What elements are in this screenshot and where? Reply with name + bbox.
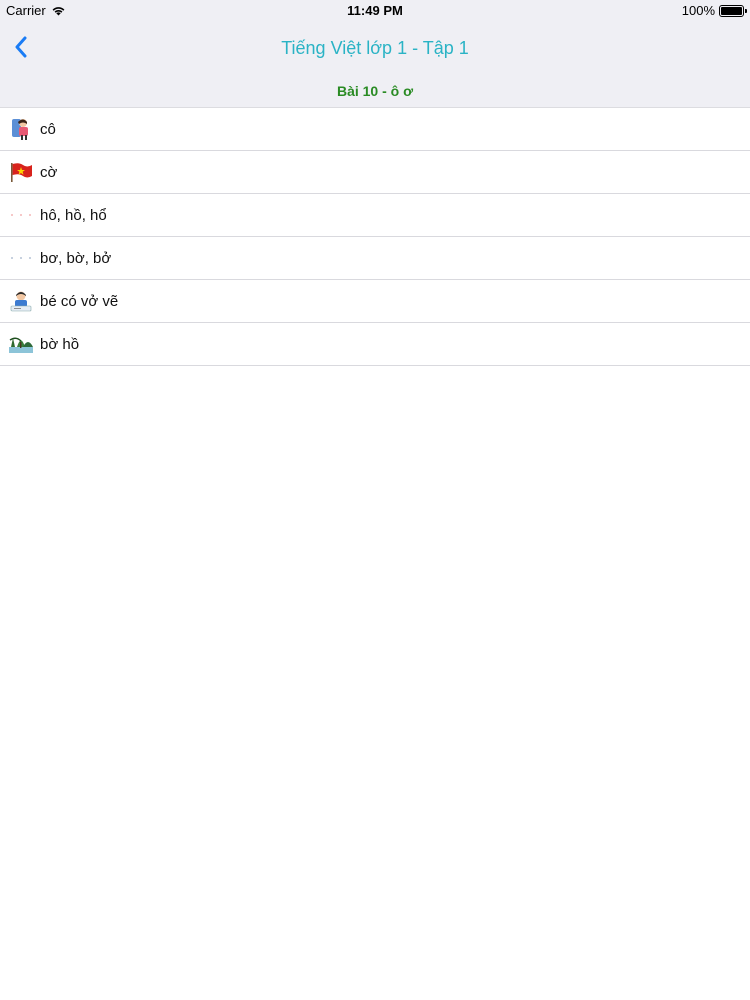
status-time: 11:49 PM — [347, 3, 403, 18]
status-right: 100% — [681, 3, 747, 18]
lake-shore-picture-icon — [8, 331, 34, 357]
back-button[interactable] — [6, 32, 36, 62]
item-label: bờ hồ — [40, 335, 80, 353]
list-item[interactable]: cô — [0, 108, 750, 151]
list-item[interactable]: hô, hồ, hổ — [0, 194, 750, 237]
dots-placeholder-icon — [8, 202, 34, 228]
list-item[interactable]: bơ, bờ, bở — [0, 237, 750, 280]
navigation-bar: Tiếng Việt lớp 1 - Tập 1 — [0, 22, 750, 74]
list-item[interactable]: bé có vở vẽ — [0, 280, 750, 323]
battery-tip — [745, 8, 747, 13]
dots-placeholder-icon — [8, 245, 34, 271]
lesson-list: cô cờ hô, hồ, hổ bơ, bờ, bở bé có vở vẽ … — [0, 108, 750, 366]
battery-fill — [721, 6, 742, 15]
item-label: cờ — [40, 163, 58, 181]
section-header: Bài 10 - ô ơ — [0, 74, 750, 108]
item-label: bơ, bờ, bở — [40, 249, 112, 267]
page-title: Tiếng Việt lớp 1 - Tập 1 — [281, 38, 469, 58]
item-label: hô, hồ, hổ — [40, 206, 107, 224]
list-item[interactable]: cờ — [0, 151, 750, 194]
battery-percent: 100% — [681, 3, 715, 18]
list-item[interactable]: bờ hồ — [0, 323, 750, 366]
status-bar: Carrier 11:49 PM 100% — [0, 0, 750, 22]
flag-picture-icon — [8, 159, 34, 185]
chevron-left-icon — [15, 36, 27, 58]
child-drawing-picture-icon — [8, 288, 34, 314]
item-label: cô — [40, 120, 56, 138]
teacher-picture-icon — [8, 116, 34, 142]
item-label: bé có vở vẽ — [40, 292, 119, 310]
battery-icon — [719, 4, 747, 17]
